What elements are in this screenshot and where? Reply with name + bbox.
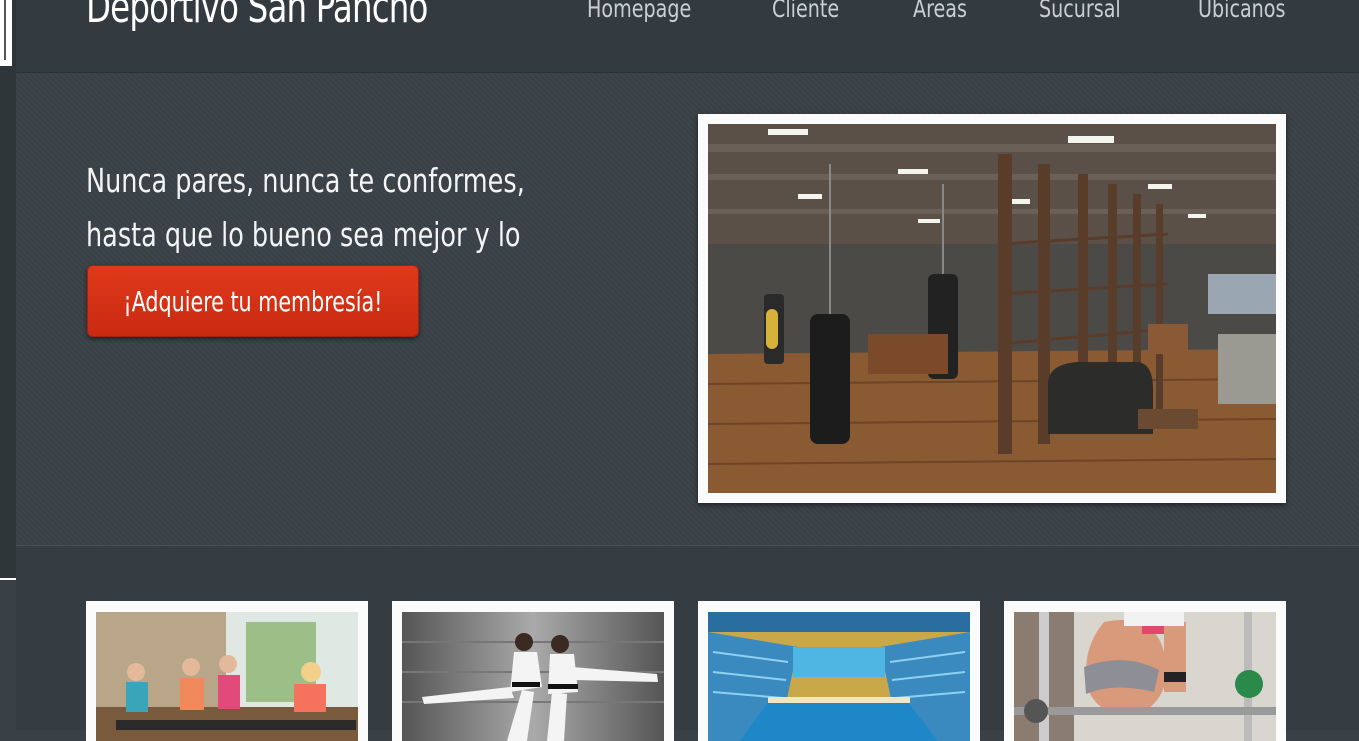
taekwondo-photo	[402, 612, 664, 741]
gallery-section	[16, 545, 1359, 741]
membership-button[interactable]: ¡Adquiere tu membresía!	[87, 265, 419, 337]
browser-edge	[0, 0, 16, 580]
nav-sucursal[interactable]: Sucursal	[1039, 0, 1121, 23]
hero-section: Nunca pares, nunca te conformes, hasta q…	[16, 73, 1359, 545]
site-title[interactable]: Deportivo San Pancho	[86, 0, 428, 33]
gallery-item-taekwondo[interactable]	[392, 601, 674, 741]
weightlifting-photo	[1014, 612, 1276, 741]
site-header: Deportivo San Pancho Homepage Cliente Ar…	[16, 0, 1359, 73]
swimming-pool-photo	[708, 612, 970, 741]
gallery-item-yoga[interactable]	[86, 601, 368, 741]
gym-photo	[708, 124, 1276, 493]
nav-cliente[interactable]: Cliente	[772, 0, 839, 23]
nav-homepage[interactable]: Homepage	[587, 0, 691, 23]
yoga-class-photo	[96, 612, 358, 741]
nav-ubicanos[interactable]: Ubicanos	[1198, 0, 1285, 23]
gallery-item-weights[interactable]	[1004, 601, 1286, 741]
edge-panel	[0, 66, 16, 578]
membership-button-label: ¡Adquiere tu membresía!	[123, 285, 383, 318]
hero-photo-frame	[698, 114, 1286, 503]
gallery-item-pool[interactable]	[698, 601, 980, 741]
nav-areas[interactable]: Areas	[913, 0, 967, 23]
main-nav: Homepage Cliente Areas Sucursal Ubicanos	[529, 0, 1301, 23]
edge-line	[4, 0, 6, 60]
